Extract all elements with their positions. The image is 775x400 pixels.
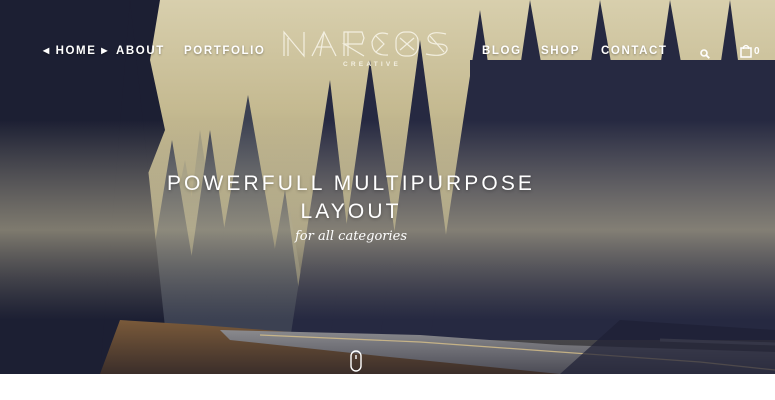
nav-portfolio[interactable]: PORTFOLIO xyxy=(184,45,265,57)
section-divider-notch xyxy=(0,374,775,400)
nav-blog[interactable]: BLOG xyxy=(482,45,522,57)
site-logo[interactable]: CREATIVE xyxy=(280,28,464,74)
nav-about[interactable]: ABOUT xyxy=(116,45,165,57)
logo-wordmark xyxy=(283,30,448,58)
chevron-right-icon: ▶ xyxy=(101,46,110,55)
nav-contact[interactable]: CONTACT xyxy=(601,45,668,57)
main-navigation: ◀ HOME ▶ ABOUT PORTFOLIO CREATIVE BLOG S… xyxy=(0,0,775,104)
logo-subtitle: CREATIVE xyxy=(343,61,401,68)
chevron-left-icon: ◀ xyxy=(43,46,51,55)
cart-count-badge: 0 xyxy=(754,46,760,57)
hero-headline-line-2: LAYOUT xyxy=(300,200,402,223)
hero-tagline: for all categories xyxy=(294,229,408,244)
nav-home[interactable]: ◀ HOME ▶ xyxy=(43,45,109,57)
shopping-bag-icon[interactable] xyxy=(740,44,752,63)
hero-section: ◀ HOME ▶ ABOUT PORTFOLIO CREATIVE BLOG S… xyxy=(0,0,775,374)
search-icon[interactable] xyxy=(700,46,710,64)
hero-headline: POWERFULL MULTIPURPOSE LAYOUT xyxy=(160,170,542,226)
mouse-scroll-icon[interactable] xyxy=(350,350,362,377)
nav-home-label: HOME xyxy=(55,45,97,57)
nav-shop[interactable]: SHOP xyxy=(541,45,580,57)
hero-headline-line-1: POWERFULL MULTIPURPOSE xyxy=(166,172,536,195)
